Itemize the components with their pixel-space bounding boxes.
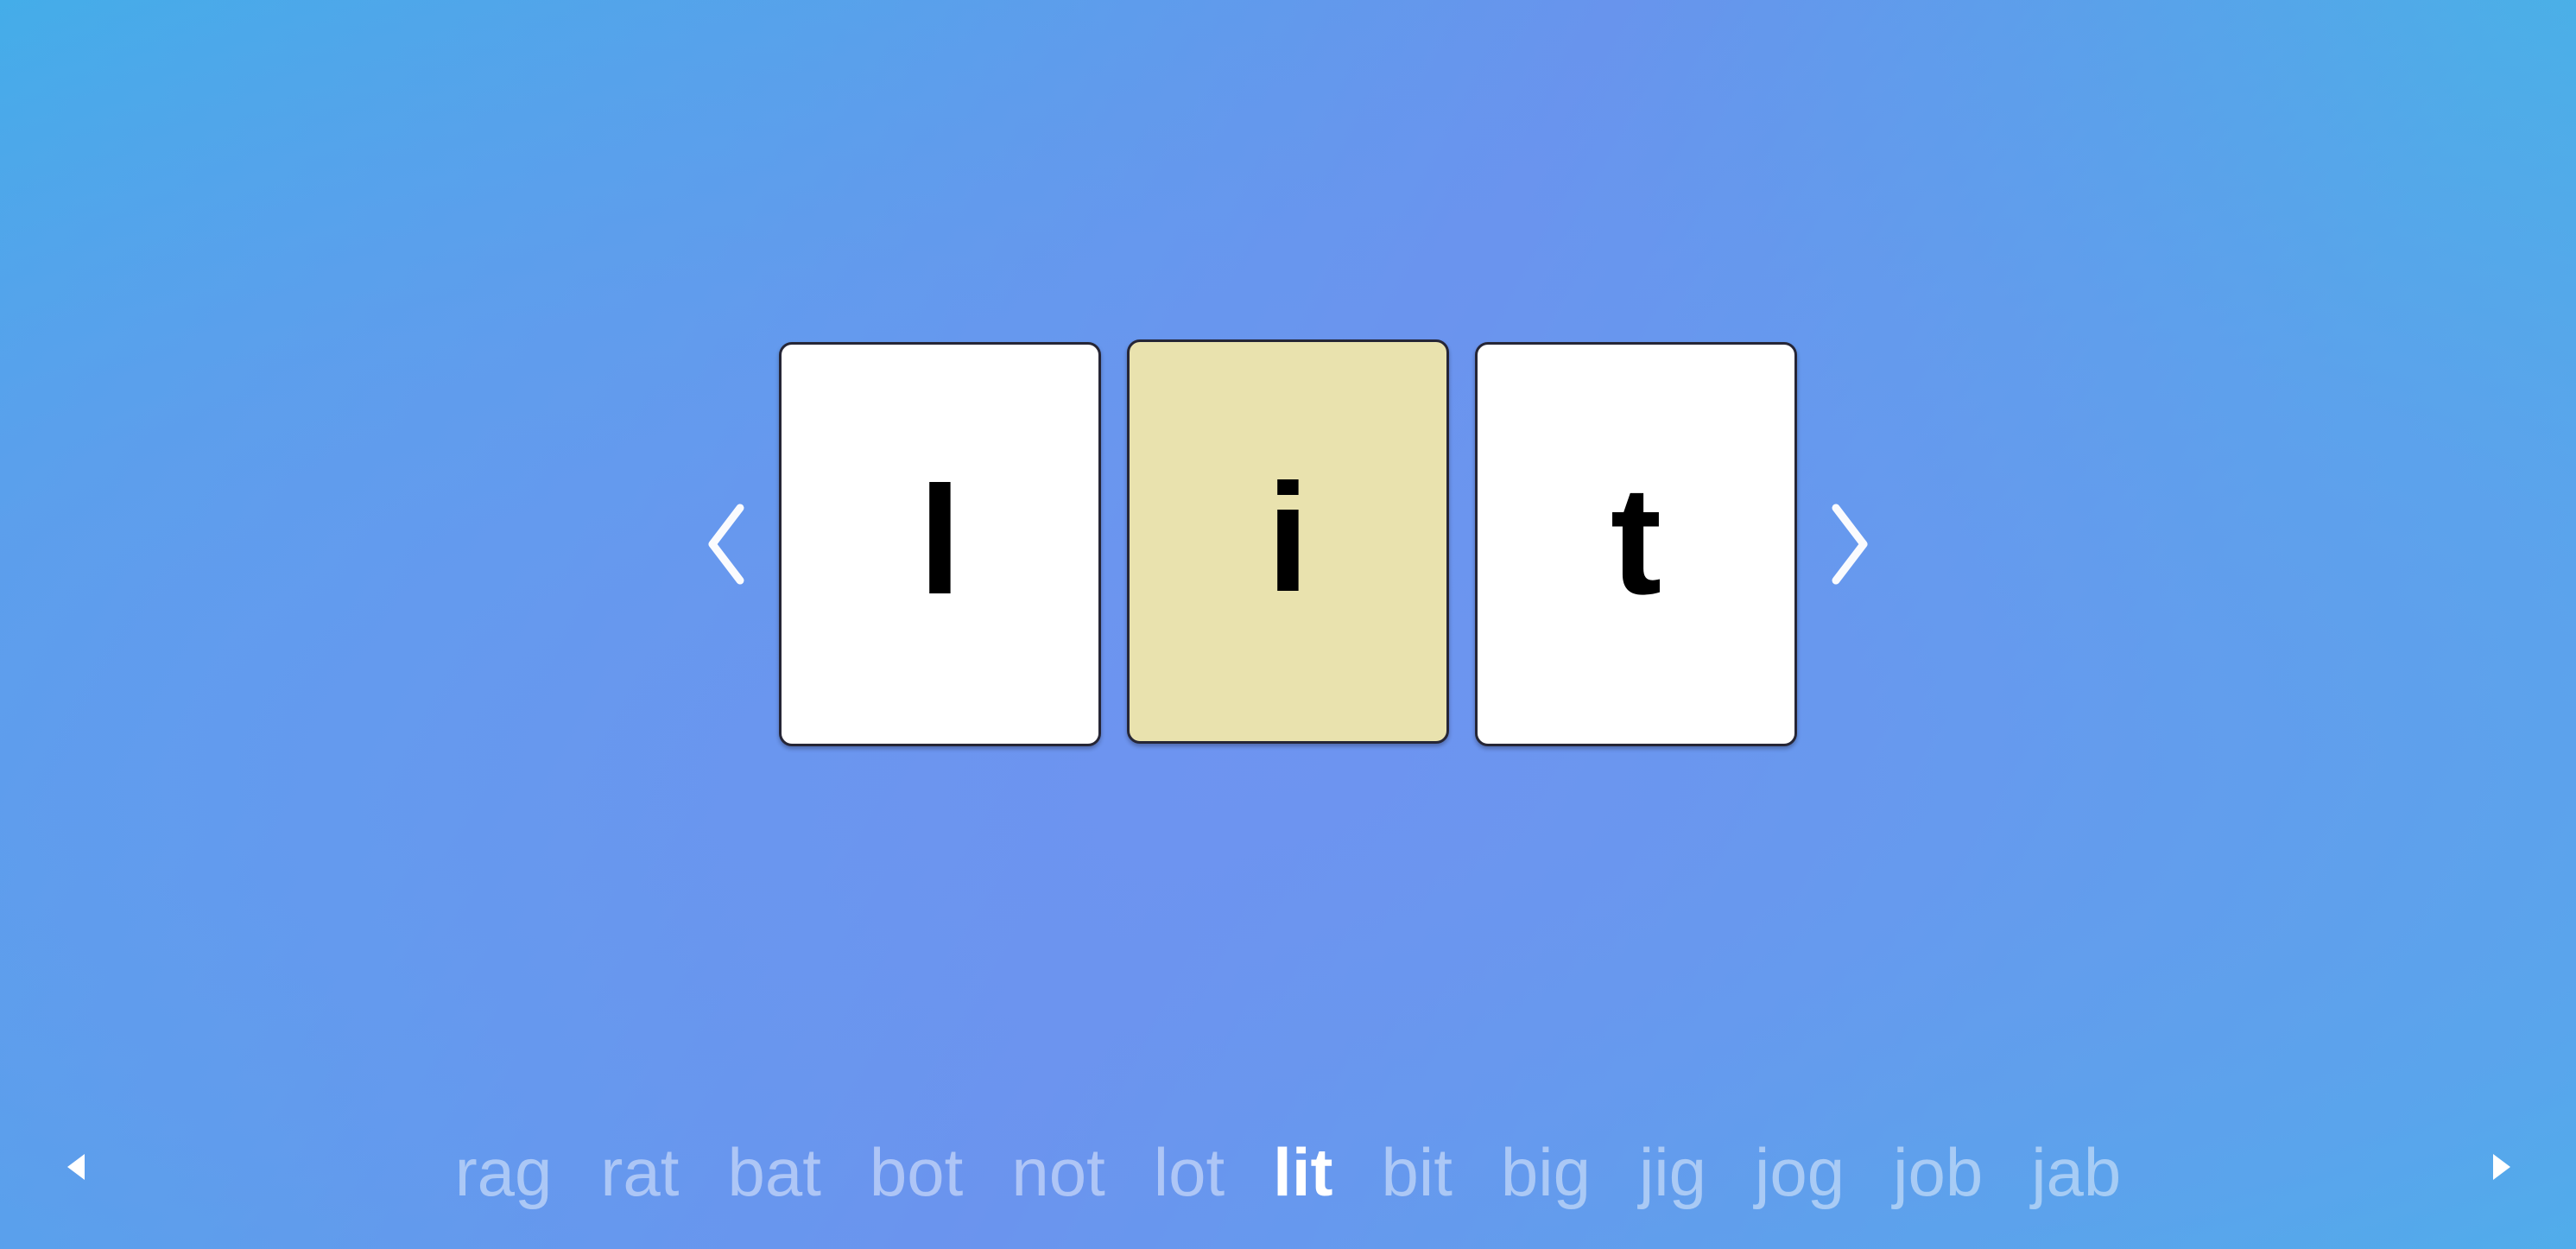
letter-card-1[interactable]: l bbox=[779, 342, 1101, 746]
word-item[interactable]: jig bbox=[1639, 1138, 1706, 1206]
word-list: rag rat bat bot not lot lit bit big jig … bbox=[93, 1138, 2483, 1206]
triangle-left-icon bbox=[67, 1154, 85, 1180]
letter-cards: l i t bbox=[779, 339, 1797, 746]
card-row: l i t bbox=[675, 339, 1901, 746]
word-item[interactable]: jog bbox=[1755, 1138, 1845, 1206]
word-item[interactable]: rag bbox=[455, 1138, 553, 1206]
word-strip-previous-button[interactable] bbox=[59, 1150, 93, 1184]
triangle-right-icon bbox=[2493, 1154, 2510, 1180]
word-strip: rag rat bat bot not lot lit bit big jig … bbox=[0, 1085, 2576, 1249]
chevron-right-icon bbox=[1832, 504, 1868, 585]
word-item[interactable]: job bbox=[1893, 1138, 1983, 1206]
word-item[interactable]: rat bbox=[600, 1138, 679, 1206]
letter-card-2[interactable]: i bbox=[1127, 339, 1449, 744]
previous-letter-button[interactable] bbox=[675, 479, 779, 609]
word-item[interactable]: lot bbox=[1154, 1138, 1225, 1206]
word-item[interactable]: bit bbox=[1381, 1138, 1452, 1206]
word-strip-next-button[interactable] bbox=[2483, 1150, 2517, 1184]
word-item[interactable]: bat bbox=[727, 1138, 820, 1206]
word-item-active[interactable]: lit bbox=[1273, 1138, 1332, 1206]
letter-card-3[interactable]: t bbox=[1475, 342, 1797, 746]
word-item[interactable]: big bbox=[1501, 1138, 1591, 1206]
letter-card-2-glyph: i bbox=[1266, 452, 1310, 624]
word-item[interactable]: bot bbox=[870, 1138, 963, 1206]
letter-card-stage: l i t bbox=[0, 0, 2576, 1080]
next-letter-button[interactable] bbox=[1797, 479, 1901, 609]
word-item[interactable]: jab bbox=[2031, 1138, 2121, 1206]
chevron-left-icon bbox=[708, 504, 744, 585]
word-item[interactable]: not bbox=[1011, 1138, 1104, 1206]
letter-card-3-glyph: t bbox=[1610, 454, 1662, 626]
letter-card-1-glyph: l bbox=[918, 454, 962, 626]
